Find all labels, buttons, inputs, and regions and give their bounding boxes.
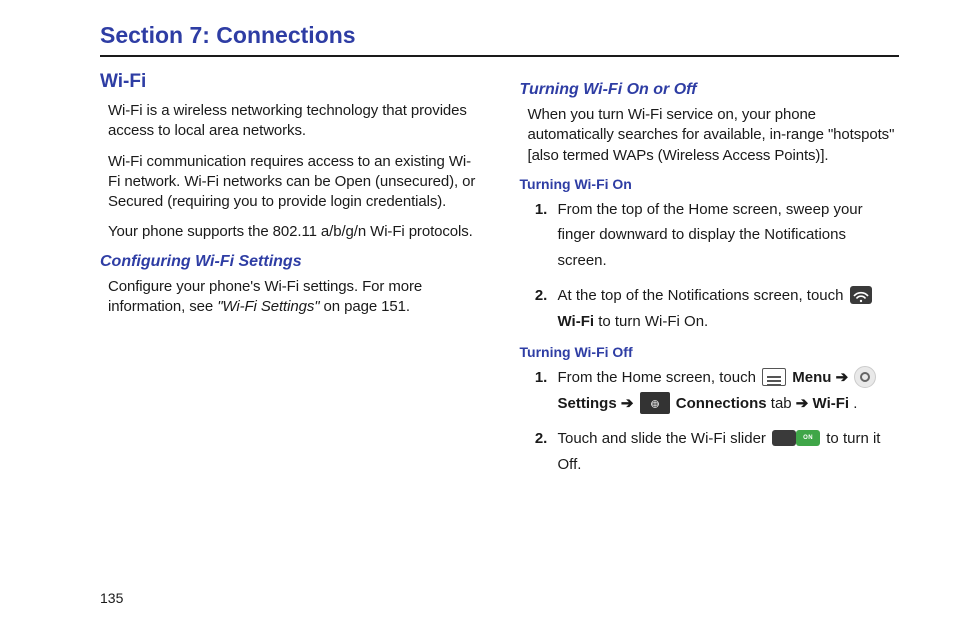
right-column: Turning Wi-Fi On or Off When you turn Wi…	[520, 71, 900, 487]
slider-on-label: ON	[796, 430, 820, 446]
step-item: At the top of the Notifications screen, …	[552, 283, 900, 334]
settings-icon	[854, 366, 876, 388]
heading-turning-onoff: Turning Wi-Fi On or Off	[520, 81, 900, 99]
label-connections: Connections	[676, 395, 767, 412]
text: From the Home screen, touch	[558, 369, 761, 386]
step-item: Touch and slide the Wi-Fi slider ON to t…	[552, 426, 900, 477]
arrow: ➔	[831, 369, 852, 386]
text: .	[849, 395, 857, 412]
slider-icon: ON	[772, 430, 820, 446]
label-menu: Menu	[792, 369, 831, 386]
text: to turn Wi-Fi On.	[594, 313, 708, 330]
paragraph: Configure your phone's Wi-Fi settings. F…	[108, 277, 480, 318]
paragraph: Wi-Fi is a wireless networking technolog…	[108, 101, 480, 142]
connections-icon	[640, 392, 670, 414]
text: Touch and slide the Wi-Fi slider	[558, 430, 771, 447]
section-divider	[100, 55, 899, 57]
heading-wifi: Wi-Fi	[100, 71, 480, 93]
step-item: From the Home screen, touch Menu ➔ Setti…	[552, 365, 900, 416]
heading-turning-off: Turning Wi-Fi Off	[520, 344, 900, 360]
paragraph: Wi-Fi communication requires access to a…	[108, 152, 480, 213]
text: At the top of the Notifications screen, …	[558, 287, 848, 304]
slider-knob	[772, 430, 796, 446]
wifi-icon	[850, 286, 872, 304]
text: on page 151.	[319, 298, 409, 315]
label-wifi: Wi-Fi	[558, 313, 595, 330]
left-column: Wi-Fi Wi-Fi is a wireless networking tec…	[100, 71, 480, 487]
heading-turning-on: Turning Wi-Fi On	[520, 176, 900, 192]
steps-list: From the top of the Home screen, sweep y…	[534, 197, 900, 335]
cross-reference: "Wi-Fi Settings"	[217, 298, 319, 315]
label-settings: Settings	[558, 395, 617, 412]
text: tab	[767, 395, 796, 412]
paragraph: Your phone supports the 802.11 a/b/g/n W…	[108, 222, 480, 242]
section-title: Section 7: Connections	[100, 22, 899, 49]
page-number: 135	[100, 590, 123, 606]
text: From the top of the Home screen, sweep y…	[558, 201, 863, 269]
label-wifi: Wi-Fi	[813, 395, 850, 412]
paragraph: When you turn Wi-Fi service on, your pho…	[528, 105, 900, 166]
arrow: ➔	[617, 395, 638, 412]
heading-configuring: Configuring Wi-Fi Settings	[100, 253, 480, 271]
step-item: From the top of the Home screen, sweep y…	[552, 197, 900, 274]
steps-list: From the Home screen, touch Menu ➔ Setti…	[534, 365, 900, 477]
menu-icon	[762, 368, 786, 386]
arrow: ➔	[796, 395, 813, 412]
